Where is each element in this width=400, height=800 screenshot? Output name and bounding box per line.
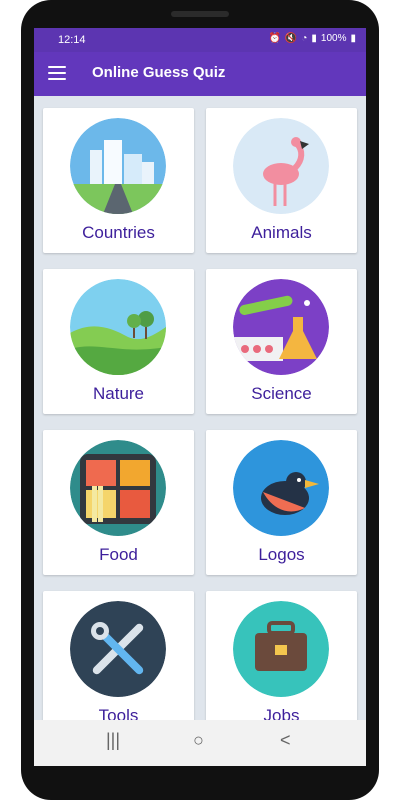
app-title: Online Guess Quiz: [92, 64, 226, 81]
system-navigation-bar: ||| ○ <: [34, 720, 366, 766]
bird-logo-icon: [233, 440, 329, 536]
category-card-logos[interactable]: Logos: [206, 430, 357, 575]
back-icon[interactable]: <: [280, 730, 291, 751]
alarm-icon: ⏰: [268, 33, 281, 44]
wifi-icon: ◔: [301, 33, 308, 44]
category-label: Food: [99, 545, 138, 564]
signal-icon: ▮: [311, 33, 317, 44]
category-label: Logos: [258, 545, 305, 564]
home-icon[interactable]: ○: [193, 730, 204, 751]
hamburger-menu-icon[interactable]: [48, 66, 66, 80]
category-card-animals[interactable]: Animals: [206, 108, 357, 253]
briefcase-icon: [233, 601, 329, 697]
status-bar: 12:14 ⏰ 🔇 ◔ ▮ 100% ▮: [34, 28, 366, 52]
category-card-science[interactable]: Science: [206, 269, 357, 414]
category-card-food[interactable]: Food: [43, 430, 194, 575]
landscape-icon: [70, 279, 166, 375]
app-screen: 12:14 ⏰ 🔇 ◔ ▮ 100% ▮ Online Guess Quiz C…: [34, 28, 366, 766]
battery-text: 100%: [320, 33, 347, 44]
category-label: Animals: [251, 223, 312, 242]
category-card-nature[interactable]: Nature: [43, 269, 194, 414]
category-label: Countries: [82, 223, 155, 242]
flamingo-icon: [233, 118, 329, 214]
lab-flask-icon: [233, 279, 329, 375]
city-icon: [70, 118, 166, 214]
status-icons: ⏰ 🔇 ◔ ▮ 100% ▮: [268, 33, 356, 44]
mute-icon: 🔇: [284, 33, 298, 44]
category-card-jobs[interactable]: Jobs: [206, 591, 357, 736]
battery-icon: ▮: [350, 33, 356, 44]
recent-apps-icon[interactable]: |||: [106, 730, 120, 751]
category-label: Nature: [92, 384, 145, 403]
status-time: 12:14: [58, 34, 86, 46]
category-label: Science: [251, 384, 312, 403]
app-bar: Online Guess Quiz: [34, 52, 366, 96]
phone-speaker: [171, 11, 229, 17]
category-card-tools[interactable]: Tools: [43, 591, 194, 736]
food-tray-icon: [70, 440, 166, 536]
wrench-screwdriver-icon: [70, 601, 166, 697]
category-card-countries[interactable]: Countries: [43, 108, 194, 253]
